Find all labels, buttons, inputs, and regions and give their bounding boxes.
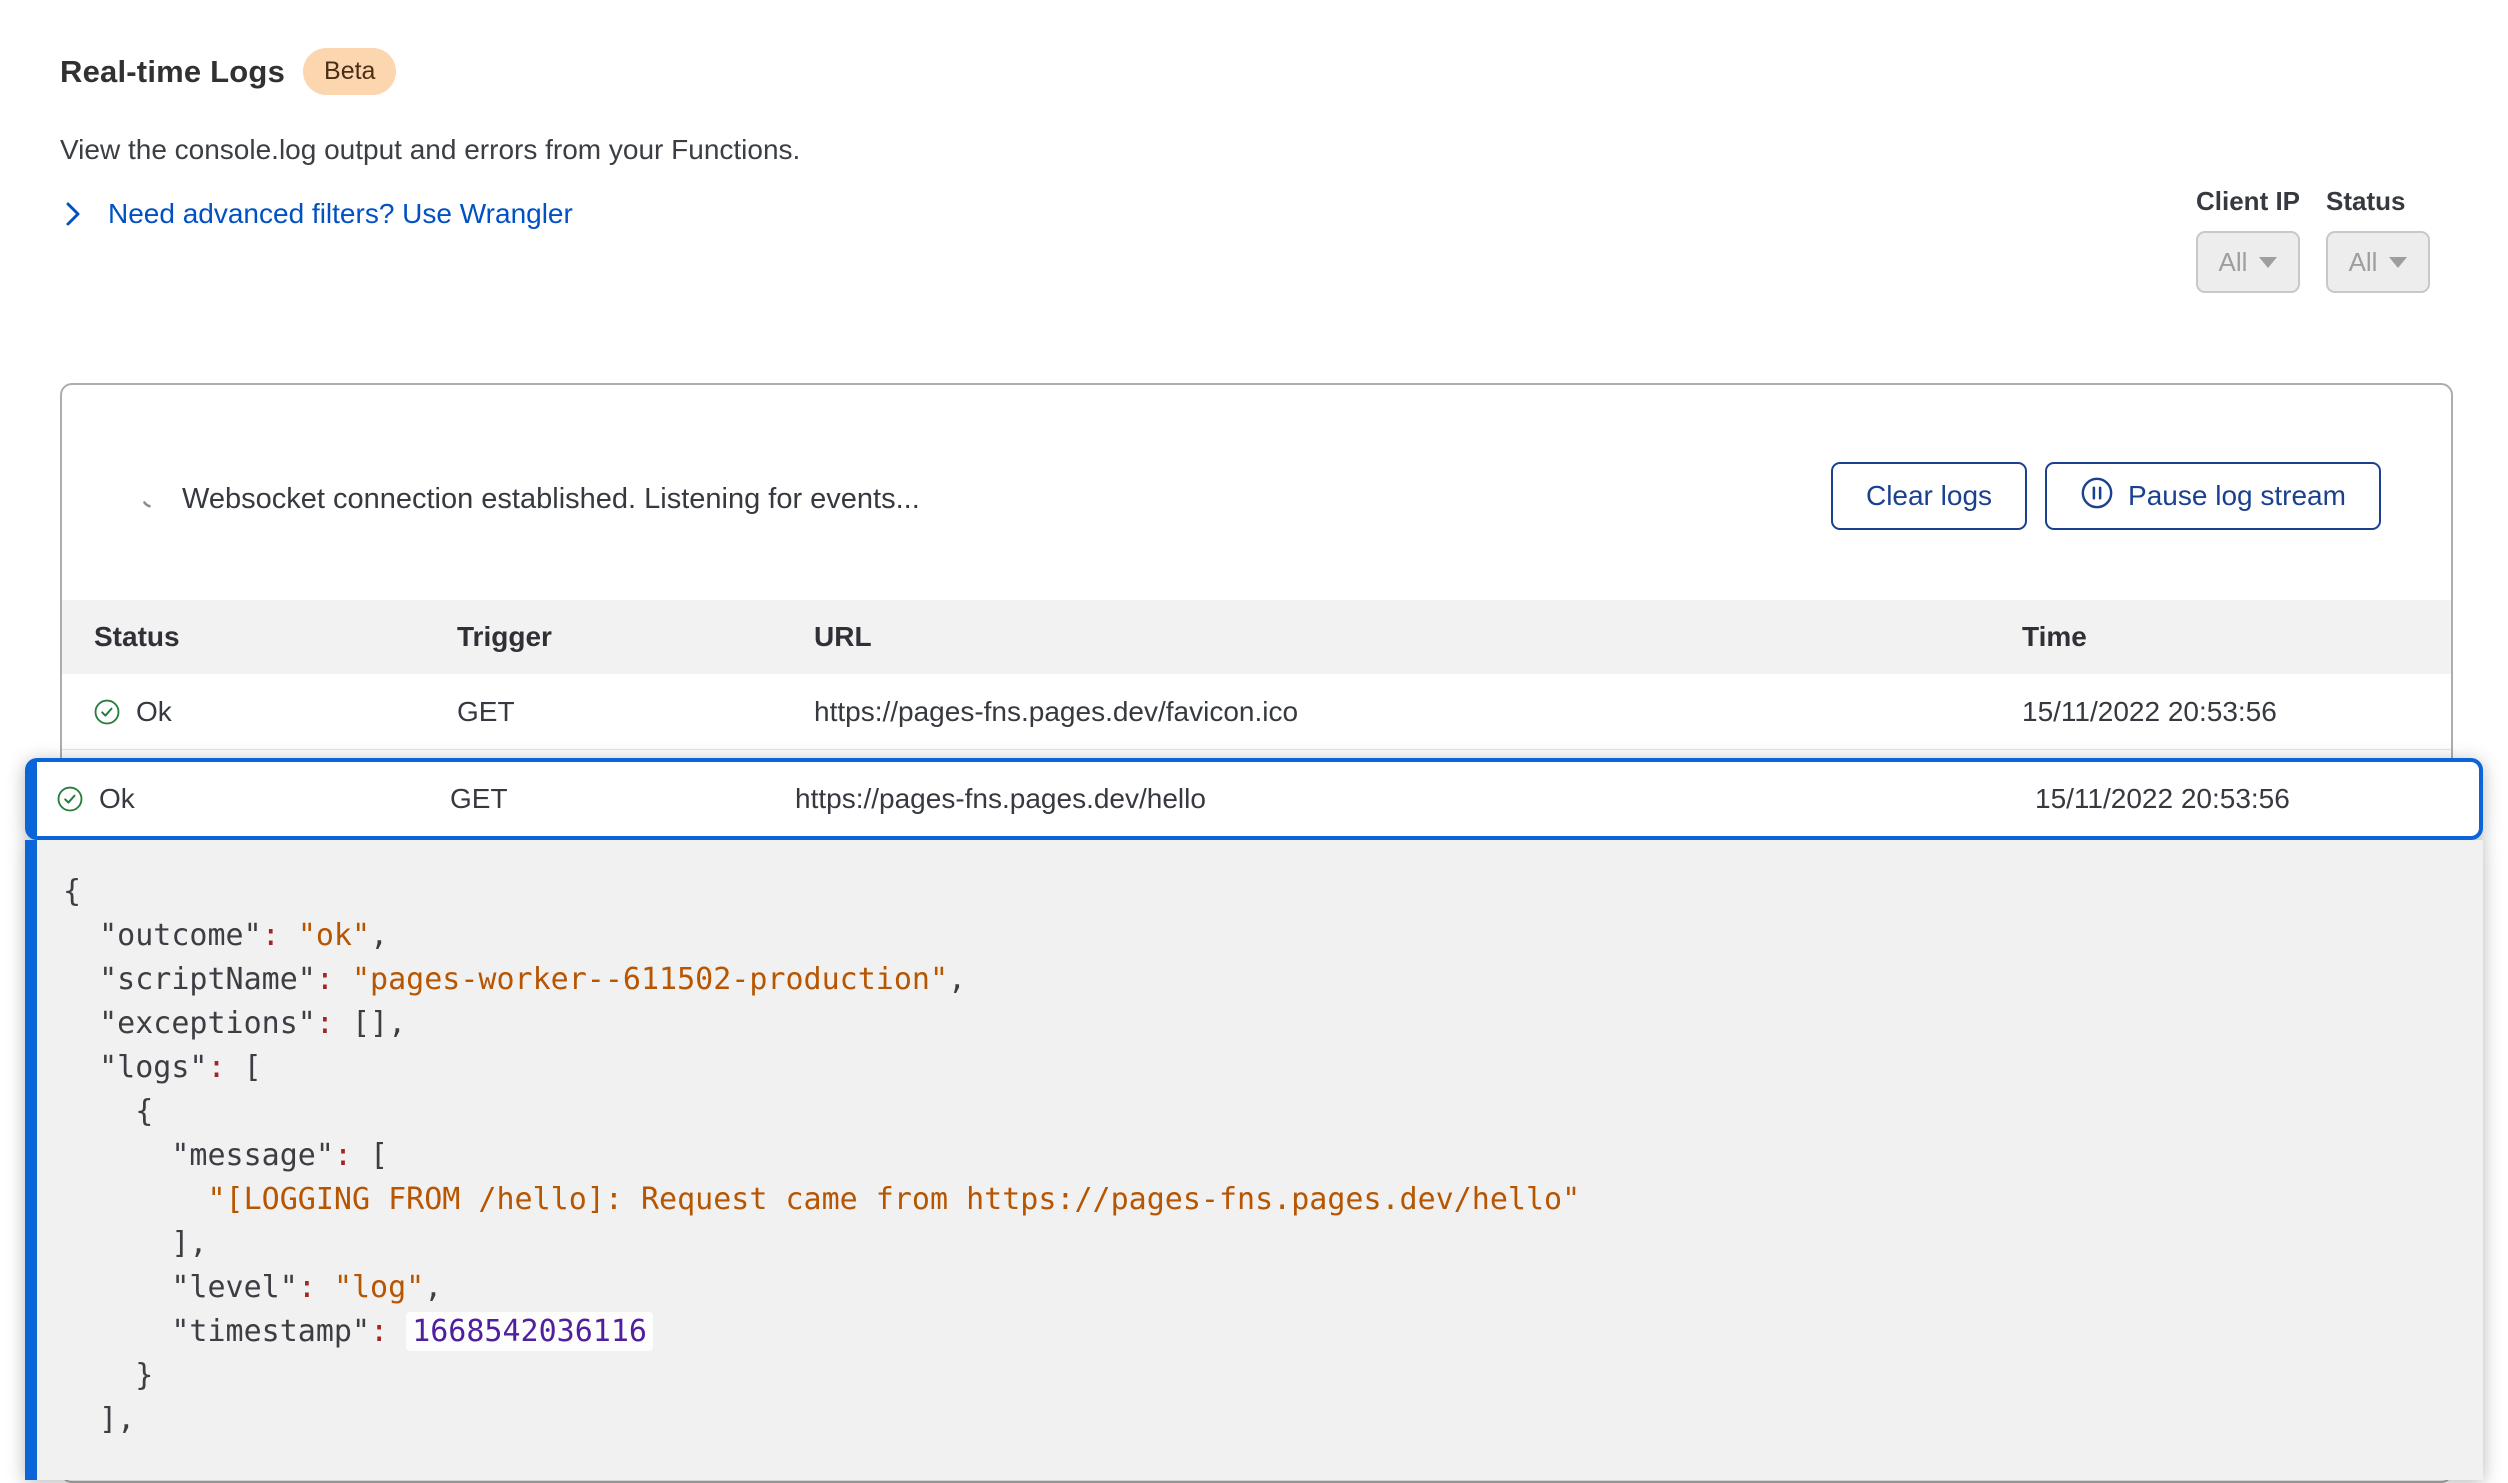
- status-filter: Status All: [2326, 186, 2430, 293]
- pause-log-stream-button[interactable]: Pause log stream: [2045, 462, 2381, 530]
- url-cell: https://pages-fns.pages.dev/hello: [795, 783, 2035, 815]
- status-label: Ok: [136, 696, 172, 728]
- page-title: Real-time Logs: [60, 54, 285, 90]
- time-cell: 15/11/2022 20:53:56: [2022, 696, 2451, 728]
- check-circle-icon: [57, 786, 83, 812]
- client-ip-filter: Client IP All: [2196, 186, 2300, 293]
- client-ip-filter-label: Client IP: [2196, 186, 2300, 217]
- page-subtitle: View the console.log output and errors f…: [60, 134, 800, 166]
- filters: Client IP All Status All: [2196, 186, 2430, 293]
- status-label: Ok: [99, 783, 135, 815]
- advanced-filters-link-label: Need advanced filters? Use Wrangler: [108, 198, 573, 230]
- status-dropdown-value: All: [2349, 247, 2378, 278]
- status-cell: Ok: [94, 696, 457, 728]
- table-header: Status Trigger URL Time: [62, 600, 2451, 674]
- trigger-cell: GET: [450, 783, 795, 815]
- expanded-log-entry: Ok GET https://pages-fns.pages.dev/hello…: [25, 758, 2483, 1480]
- status-cell: Ok: [57, 783, 450, 815]
- page-header: Real-time Logs Beta: [60, 48, 396, 95]
- column-header-url: URL: [814, 621, 2022, 653]
- log-detail-panel: { "outcome": "ok", "scriptName": "pages-…: [25, 840, 2483, 1480]
- column-header-status: Status: [94, 621, 457, 653]
- pause-log-stream-button-label: Pause log stream: [2128, 480, 2346, 512]
- client-ip-dropdown[interactable]: All: [2196, 231, 2300, 293]
- url-cell: https://pages-fns.pages.dev/favicon.ico: [814, 696, 2022, 728]
- column-header-trigger: Trigger: [457, 621, 814, 653]
- clear-logs-button-label: Clear logs: [1866, 480, 1992, 512]
- time-cell: 15/11/2022 20:53:56: [2035, 783, 2479, 815]
- trigger-cell: GET: [457, 696, 814, 728]
- chevron-right-icon: [60, 199, 86, 229]
- panel-buttons: Clear logs Pause log stream: [62, 462, 2451, 530]
- status-dropdown[interactable]: All: [2326, 231, 2430, 293]
- table-row[interactable]: Ok GET https://pages-fns.pages.dev/favic…: [62, 674, 2451, 750]
- client-ip-dropdown-value: All: [2219, 247, 2248, 278]
- beta-badge: Beta: [303, 48, 396, 95]
- status-filter-label: Status: [2326, 186, 2430, 217]
- caret-down-icon: [2389, 257, 2407, 268]
- clear-logs-button[interactable]: Clear logs: [1831, 462, 2027, 530]
- column-header-time: Time: [2022, 621, 2451, 653]
- pause-icon: [2080, 476, 2114, 517]
- log-detail-code: { "outcome": "ok", "scriptName": "pages-…: [37, 840, 2483, 1442]
- caret-down-icon: [2259, 257, 2277, 268]
- advanced-filters-link[interactable]: Need advanced filters? Use Wrangler: [60, 198, 573, 230]
- check-circle-icon: [94, 699, 120, 725]
- table-row-expanded[interactable]: Ok GET https://pages-fns.pages.dev/hello…: [25, 758, 2483, 840]
